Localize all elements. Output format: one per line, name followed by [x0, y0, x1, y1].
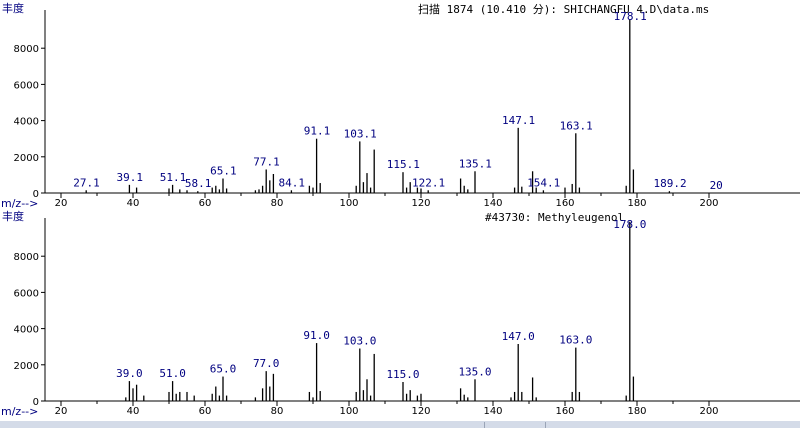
panel1-peak-label: 39.1 [117, 171, 144, 184]
panel1-ylabel: 丰度 [2, 1, 24, 15]
panel1-header: 扫描 1874 (10.410 分): SHICHANGFU 4.D\data.… [418, 2, 709, 16]
panel2-peak-label: 163.0 [559, 334, 592, 347]
panel2-ylabel: 丰度 [2, 209, 24, 223]
panel1-peak-label: 58.1 [185, 177, 212, 190]
panel1-plot: 0 2000 4000 6000 8000 20 40 60 80 100 120 140 160 180… [14, 10, 800, 209]
panel1-x-tick-label: 40 [127, 198, 140, 209]
panel2-y-tick-label: 4000 [14, 325, 39, 336]
panel2-peak-label: 103.0 [343, 335, 376, 348]
panel1-y-tick-label: 4000 [14, 117, 39, 128]
panel1-y-tick-label: 2000 [14, 153, 39, 164]
panel1-peak-label: 65.1 [210, 165, 237, 178]
panel2-x-tick-label: 80 [271, 406, 284, 417]
panel2-peak-label: 115.0 [386, 368, 419, 381]
status-panel [484, 422, 546, 428]
panel2-x-tick-label: 200 [699, 406, 718, 417]
panel1-peak-label: 27.1 [73, 176, 100, 189]
panel1-peak-label: 77.1 [253, 155, 280, 168]
panel2-y-tick-label: 2000 [14, 361, 39, 372]
panel1-peak-label: 20 [710, 179, 723, 192]
window-bottom-strip [0, 421, 800, 428]
panel1-peak-label: 178.1 [614, 10, 647, 23]
panel1-peak-label: 115.1 [387, 158, 420, 171]
mass-spectra-figure: 丰度 扫描 1874 (10.410 分): SHICHANGFU 4.D\da… [1, 1, 800, 418]
panel1-peak-label: 103.1 [344, 127, 377, 140]
panel2-header: #43730: Methyleugenol [485, 211, 624, 224]
panel2-peak-label: 135.0 [458, 365, 491, 378]
panel2-y-tick-label: 8000 [14, 252, 39, 263]
panel1-y-tick-label: 8000 [14, 44, 39, 55]
panel2-plot: 0 2000 4000 6000 8000 20 40 60 80 100 120 140 160 180… [14, 218, 800, 417]
panel2-y-tick-label: 6000 [14, 288, 39, 299]
panel2-x-tick-label: 40 [127, 406, 140, 417]
panel2-peak-label: 147.0 [502, 330, 535, 343]
panel2-x-tick-label: 140 [483, 406, 502, 417]
panel1-y-tick-label: 6000 [14, 80, 39, 91]
panel1-x-tick-label: 160 [555, 198, 574, 209]
panel1-x-tick-label: 180 [627, 198, 646, 209]
panel2-peak-label: 65.0 [210, 363, 237, 376]
panel2-peak-label: 51.0 [159, 367, 186, 380]
panel1-x-tick-label: 140 [483, 198, 502, 209]
panel1-peak-label: 189.2 [654, 177, 687, 190]
panel1-peak-label: 51.1 [160, 171, 187, 184]
panel1-peak-label: 135.1 [459, 157, 492, 170]
panel2-peak-label: 91.0 [303, 329, 330, 342]
panel2-peak-label: 178.0 [613, 218, 646, 231]
panel1-peak-label: 154.1 [527, 176, 560, 189]
panel1-peak-label: 122.1 [412, 176, 445, 189]
panel2-x-tick-label: 120 [411, 406, 430, 417]
panel1-x-tick-label: 20 [55, 198, 68, 209]
panel2-x-tick-label: 180 [627, 406, 646, 417]
panel2-y-tick-label: 0 [33, 397, 39, 408]
panel1-x-tick-label: 200 [699, 198, 718, 209]
panel2-peak-label: 77.0 [253, 357, 280, 370]
panel1-peak-label: 163.1 [560, 119, 593, 132]
panel1-x-tick-label: 60 [199, 198, 212, 209]
panel2-x-tick-label: 100 [339, 406, 358, 417]
panel2-peak-label: 39.0 [116, 367, 143, 380]
panel1-y-tick-label: 0 [33, 189, 39, 200]
panel1-peak-label: 91.1 [304, 125, 331, 138]
panel1-x-tick-label: 80 [271, 198, 284, 209]
panel1-peak-label: 147.1 [502, 114, 535, 127]
panel2-x-tick-label: 20 [55, 406, 68, 417]
panel1-peak-label: 84.1 [279, 176, 306, 189]
panel2-x-tick-label: 160 [555, 406, 574, 417]
panel1-x-tick-label: 120 [411, 198, 430, 209]
panel2-x-tick-label: 60 [199, 406, 212, 417]
panel1-x-tick-label: 100 [339, 198, 358, 209]
